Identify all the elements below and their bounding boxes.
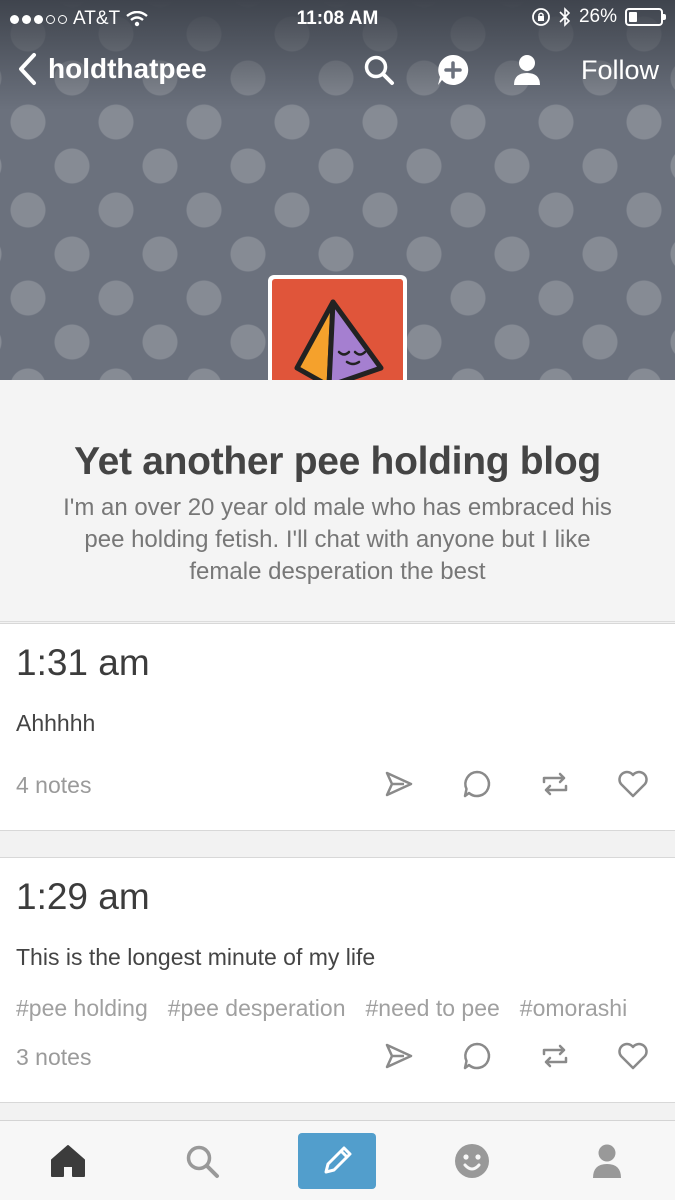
post-actions — [379, 764, 653, 804]
tab-activity[interactable] — [433, 1133, 511, 1189]
activity-face-icon — [455, 1144, 489, 1178]
reblog-icon — [542, 772, 568, 796]
profile-icon — [513, 55, 540, 85]
reply-button[interactable] — [457, 764, 497, 804]
blog-description: I'm an over 20 year old male who has emb… — [63, 494, 612, 585]
account-icon — [593, 1144, 621, 1178]
like-button[interactable] — [613, 1036, 653, 1076]
send-icon — [385, 771, 413, 797]
tab-home[interactable] — [29, 1133, 107, 1189]
profile-button[interactable] — [507, 50, 547, 90]
battery-percent: 26% — [578, 6, 617, 27]
reply-icon — [463, 770, 491, 798]
orientation-lock-icon — [532, 8, 550, 26]
like-heart-icon — [618, 1042, 648, 1070]
nav-bar: holdthatpee Follow — [0, 44, 675, 96]
follow-button[interactable]: Follow — [581, 55, 659, 86]
reblog-button[interactable] — [535, 764, 575, 804]
like-heart-icon — [618, 770, 648, 798]
nav-actions: Follow — [359, 50, 659, 90]
battery-icon — [625, 8, 666, 26]
send-button[interactable] — [379, 1036, 419, 1076]
reply-button[interactable] — [457, 1036, 497, 1076]
reblog-icon — [542, 1044, 568, 1068]
post-card[interactable]: 1:31 am Ahhhhh 4 notes — [0, 623, 675, 831]
back-chevron-icon — [19, 53, 36, 85]
tag-link[interactable]: #omorashi — [520, 995, 627, 1022]
blog-title: Yet another pee holding blog — [74, 440, 601, 483]
status-right: 26% — [531, 6, 666, 28]
post-notes[interactable]: 3 notes — [16, 1044, 91, 1071]
message-button[interactable] — [433, 50, 473, 90]
back-button[interactable]: holdthatpee — [16, 52, 207, 86]
tag-link[interactable]: #need to pee — [366, 995, 500, 1022]
search-icon — [364, 55, 394, 85]
blog-info: Yet another pee holding blog I'm an over… — [0, 380, 675, 622]
post-actions — [379, 1036, 653, 1076]
new-message-icon — [437, 54, 469, 85]
tab-bar — [0, 1120, 675, 1200]
home-icon — [51, 1145, 85, 1177]
search-button[interactable] — [359, 50, 399, 90]
tab-account[interactable] — [568, 1133, 646, 1189]
send-icon — [385, 1043, 413, 1069]
compose-pencil-icon — [324, 1146, 352, 1174]
post-body: Ahhhhh — [16, 710, 96, 736]
post-time: 1:31 am — [16, 642, 150, 683]
blog-name: holdthatpee — [48, 53, 207, 84]
tag-link[interactable]: #pee desperation — [168, 995, 346, 1022]
post-tags: #pee holding #pee desperation #need to p… — [16, 995, 661, 1022]
like-button[interactable] — [613, 764, 653, 804]
post-body: This is the longest minute of my life — [16, 944, 376, 970]
post-card[interactable]: 1:29 am This is the longest minute of my… — [0, 857, 675, 1103]
tab-compose[interactable] — [298, 1133, 376, 1189]
tab-search[interactable] — [163, 1133, 241, 1189]
status-bar: AT&T 11:08 AM 26% — [0, 0, 675, 36]
search-icon — [186, 1145, 219, 1178]
reblog-button[interactable] — [535, 1036, 575, 1076]
post-notes[interactable]: 4 notes — [16, 772, 91, 799]
reply-icon — [463, 1042, 491, 1070]
post-time: 1:29 am — [16, 876, 150, 917]
send-button[interactable] — [379, 764, 419, 804]
bluetooth-icon — [559, 7, 571, 27]
battery-level — [629, 12, 637, 22]
tag-link[interactable]: #pee holding — [16, 995, 148, 1022]
